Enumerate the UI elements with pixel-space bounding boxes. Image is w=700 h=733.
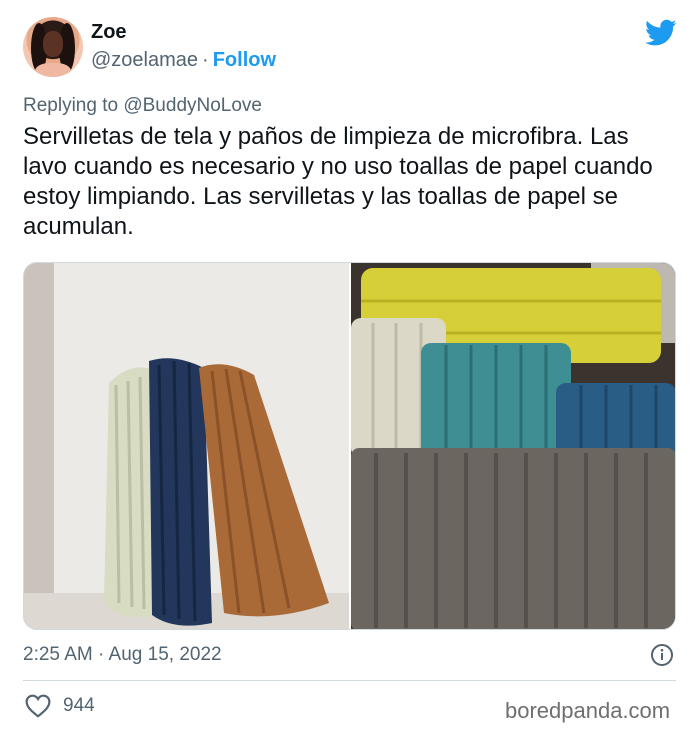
info-icon[interactable]	[650, 643, 674, 667]
twitter-bird-icon[interactable]	[645, 19, 677, 47]
tweet-text: Servilletas de tela y paños de limpieza …	[23, 123, 653, 240]
tweet-card: Zoe @zoelamae · Follow Replying to @BuddyN…	[0, 0, 700, 733]
napkins-illustration	[24, 263, 349, 629]
user-handle[interactable]: @zoelamae	[91, 49, 198, 71]
heart-icon[interactable]	[25, 694, 51, 718]
like-count: 944	[63, 695, 95, 716]
photo-microfiber-cloths[interactable]	[351, 263, 675, 629]
divider	[23, 680, 676, 681]
separator-dot: ·	[202, 49, 209, 71]
avatar[interactable]	[23, 17, 83, 77]
replying-prefix: Replying to	[23, 95, 119, 116]
handle-row: @zoelamae · Follow	[91, 49, 276, 72]
follow-button[interactable]: Follow	[213, 49, 276, 71]
replying-to: Replying to @BuddyNoLove	[23, 95, 262, 117]
watermark: boredpanda.com	[505, 698, 671, 723]
media-grid	[23, 262, 676, 630]
reply-mention[interactable]: @BuddyNoLove	[123, 95, 262, 116]
display-name[interactable]: Zoe	[91, 21, 127, 44]
cloths-illustration	[351, 263, 675, 629]
tweet-timestamp[interactable]: 2:25 AM · Aug 15, 2022	[23, 644, 222, 666]
photo-folded-napkins[interactable]	[24, 263, 349, 629]
